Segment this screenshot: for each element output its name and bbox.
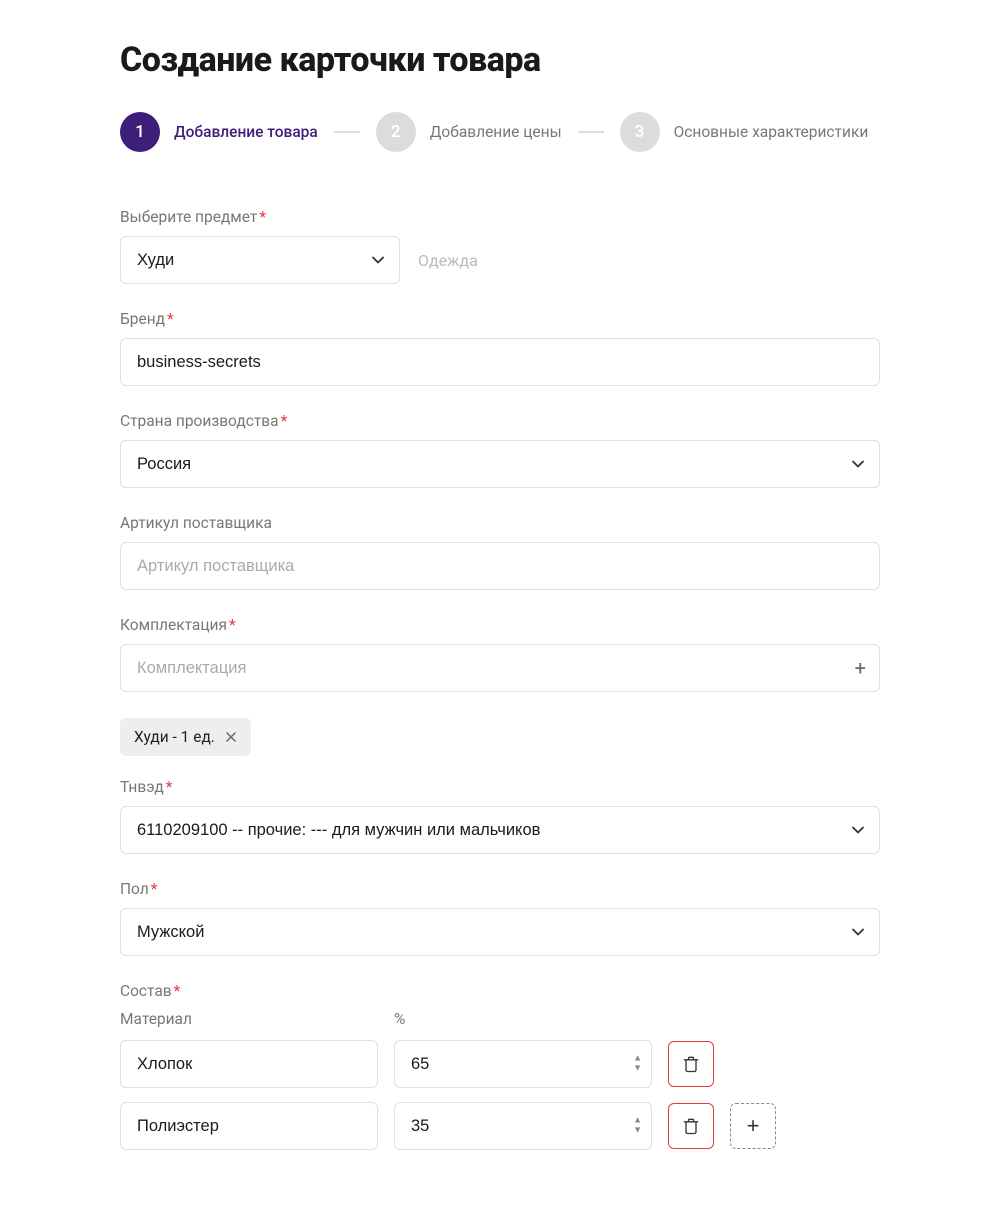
page-title: Создание карточки товара	[120, 40, 880, 80]
step-number-2: 2	[376, 112, 416, 152]
subject-select-value[interactable]	[120, 236, 400, 284]
field-country: Страна производства*	[120, 412, 880, 488]
step-divider	[334, 131, 360, 133]
composition-row: ▲▼ +	[120, 1102, 880, 1150]
tnved-select[interactable]	[120, 806, 880, 854]
tnved-select-value[interactable]	[120, 806, 880, 854]
required-asterisk-icon: *	[281, 412, 288, 430]
gender-select-value[interactable]	[120, 908, 880, 956]
field-supplier-article: Артикул поставщика	[120, 514, 880, 590]
kit-chip: Худи - 1 ед.	[120, 718, 251, 756]
country-select[interactable]	[120, 440, 880, 488]
field-brand: Бренд*	[120, 310, 880, 386]
gender-select[interactable]	[120, 908, 880, 956]
composition-percent-input[interactable]	[394, 1102, 652, 1150]
required-asterisk-icon: *	[151, 880, 158, 898]
required-asterisk-icon: *	[174, 982, 181, 1000]
number-stepper-icon[interactable]: ▲▼	[633, 1117, 642, 1136]
required-asterisk-icon: *	[167, 310, 174, 328]
composition-delete-button[interactable]	[668, 1041, 714, 1087]
field-subject: Выберите предмет* Одежда	[120, 208, 880, 284]
subject-select[interactable]	[120, 236, 400, 284]
step-divider	[578, 131, 604, 133]
step-label-3: Основные характеристики	[674, 123, 869, 141]
wizard-stepper: 1 Добавление товара 2 Добавление цены 3 …	[120, 112, 880, 152]
composition-material-input[interactable]	[120, 1102, 378, 1150]
required-asterisk-icon: *	[229, 616, 236, 634]
brand-input[interactable]	[120, 338, 880, 386]
step-label-1: Добавление товара	[174, 123, 318, 141]
field-composition: Состав* Материал % ▲▼ ▲▼ +	[120, 982, 880, 1150]
required-asterisk-icon: *	[166, 778, 173, 796]
composition-header-material: Материал	[120, 1010, 378, 1028]
label-brand: Бренд*	[120, 310, 880, 328]
label-subject: Выберите предмет*	[120, 208, 880, 226]
kit-chip-remove[interactable]	[225, 731, 237, 743]
step-label-2: Добавление цены	[430, 123, 562, 141]
field-tnved: Тнвэд*	[120, 778, 880, 854]
label-gender: Пол*	[120, 880, 880, 898]
step-3[interactable]: 3 Основные характеристики	[620, 112, 869, 152]
field-kit: Комплектация* +	[120, 616, 880, 692]
composition-material-input[interactable]	[120, 1040, 378, 1088]
label-supplier-article: Артикул поставщика	[120, 514, 880, 532]
composition-percent-input[interactable]	[394, 1040, 652, 1088]
kit-input[interactable]	[120, 644, 880, 692]
step-1[interactable]: 1 Добавление товара	[120, 112, 318, 152]
label-country: Страна производства*	[120, 412, 880, 430]
subject-category-helper: Одежда	[418, 251, 478, 270]
country-select-value[interactable]	[120, 440, 880, 488]
kit-input-wrap[interactable]: +	[120, 644, 880, 692]
supplier-article-input[interactable]	[120, 542, 880, 590]
plus-icon: +	[747, 1113, 760, 1139]
number-stepper-icon[interactable]: ▲▼	[633, 1055, 642, 1074]
composition-row: ▲▼	[120, 1040, 880, 1088]
step-number-1: 1	[120, 112, 160, 152]
composition-header-percent: %	[394, 1010, 652, 1028]
field-gender: Пол*	[120, 880, 880, 956]
required-asterisk-icon: *	[259, 208, 266, 226]
kit-chip-label: Худи - 1 ед.	[134, 728, 215, 746]
step-2[interactable]: 2 Добавление цены	[376, 112, 562, 152]
label-tnved: Тнвэд*	[120, 778, 880, 796]
step-number-3: 3	[620, 112, 660, 152]
trash-icon	[681, 1054, 701, 1074]
trash-icon	[681, 1116, 701, 1136]
label-composition: Состав*	[120, 982, 880, 1000]
composition-add-button[interactable]: +	[730, 1103, 776, 1149]
close-icon	[225, 731, 237, 743]
composition-delete-button[interactable]	[668, 1103, 714, 1149]
label-kit: Комплектация*	[120, 616, 880, 634]
